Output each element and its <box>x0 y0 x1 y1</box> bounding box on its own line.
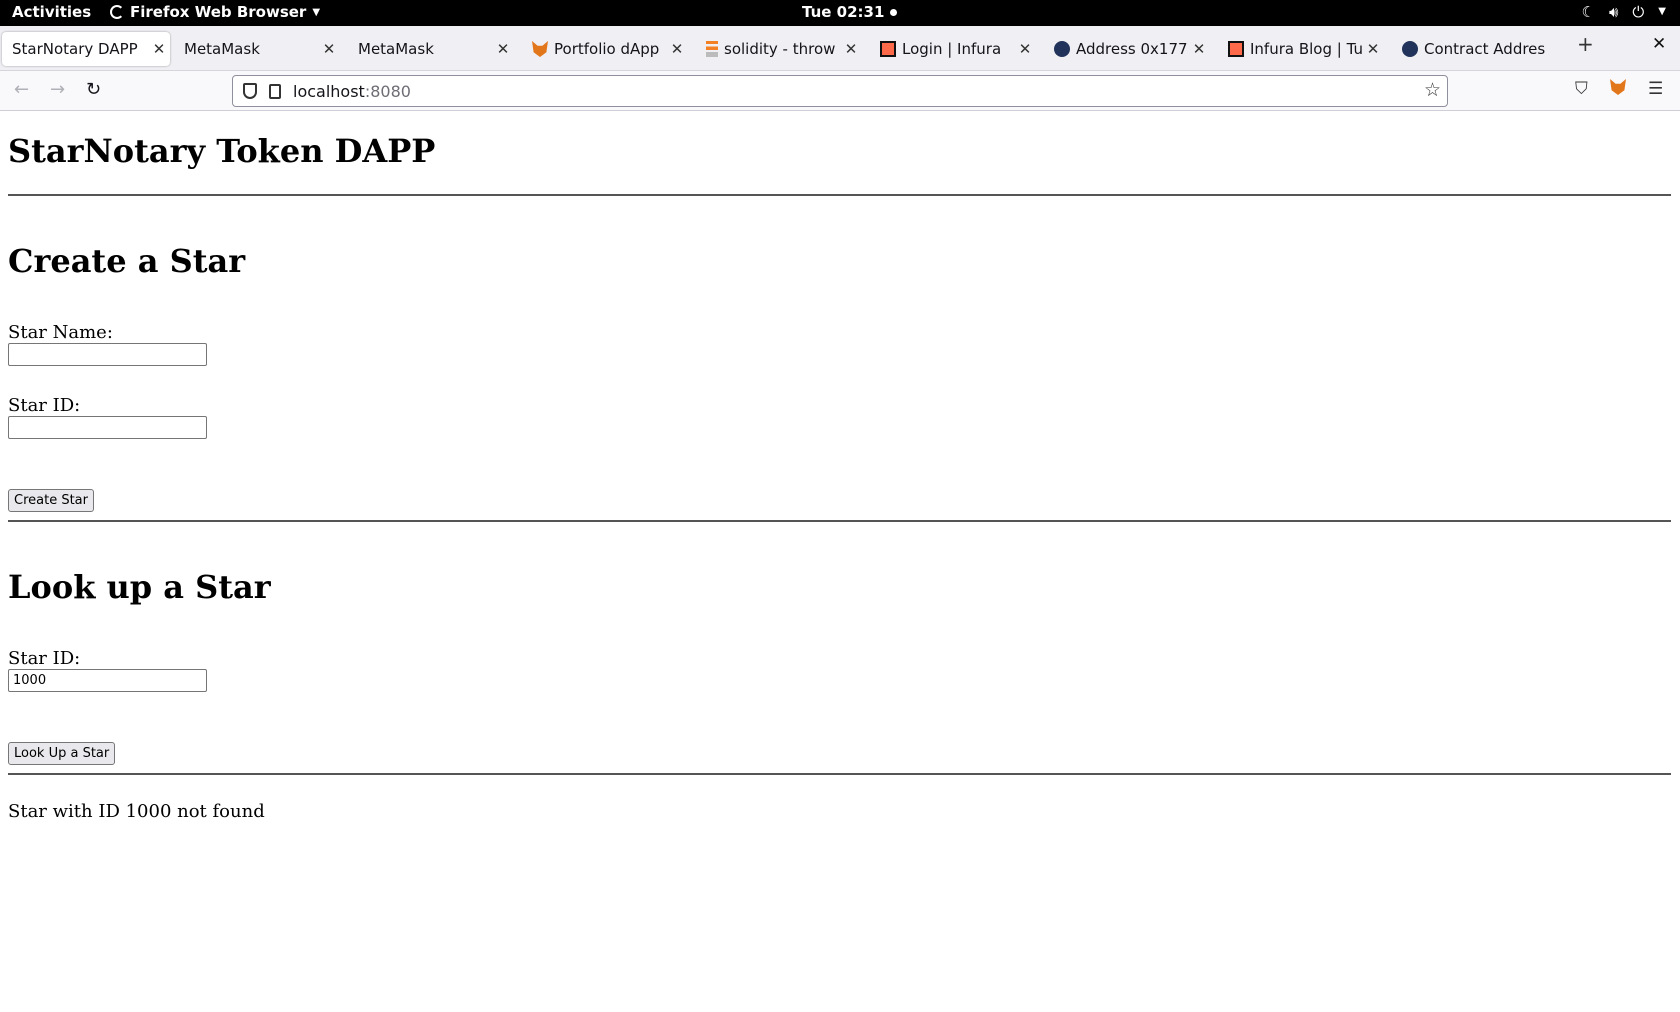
divider <box>8 773 1671 775</box>
tab-metamask-2[interactable]: MetaMask ✕ <box>348 32 514 66</box>
lookup-star-id-input[interactable] <box>8 669 207 692</box>
tab-title: Login | Infura <box>902 40 1002 58</box>
tab-title: MetaMask <box>184 40 260 58</box>
notification-dot-icon <box>890 8 898 16</box>
tracking-protection-icon[interactable] <box>243 83 257 99</box>
metamask-fox-icon <box>532 41 548 57</box>
star-name-input[interactable] <box>8 343 207 366</box>
etherscan-icon <box>1402 41 1418 57</box>
clock-text: Tue 02:31 <box>802 3 885 21</box>
tab-title: solidity - throw <box>724 40 836 58</box>
tab-solidity[interactable]: solidity - throw ✕ <box>696 32 862 66</box>
lookup-star-id-label: Star ID: <box>8 648 81 669</box>
lookup-star-heading: Look up a Star <box>8 568 271 606</box>
tab-strip: StarNotary DAPP ✕ MetaMask ✕ MetaMask ✕ … <box>0 26 1680 71</box>
hamburger-menu-icon[interactable]: ☰ <box>1648 79 1663 99</box>
tab-title: StarNotary DAPP <box>12 40 138 58</box>
tab-title: Address 0x1775 <box>1076 40 1188 58</box>
infura-icon <box>1228 41 1244 57</box>
navigation-toolbar: ← → ↻ localhost:8080 ☆ ⛉ ☰ <box>0 71 1680 111</box>
app-name: Firefox Web Browser <box>130 3 307 21</box>
stackoverflow-icon <box>706 41 718 57</box>
caret-down-icon: ▼ <box>312 6 321 18</box>
close-tab-icon[interactable]: ✕ <box>318 40 340 58</box>
tab-title: Contract Addres <box>1424 40 1546 58</box>
url-text: localhost:8080 <box>293 82 411 101</box>
close-tab-icon[interactable]: ✕ <box>1014 40 1036 58</box>
create-star-button[interactable]: Create Star <box>8 489 94 512</box>
tab-infura-blog[interactable]: Infura Blog | Tut ✕ <box>1218 32 1384 66</box>
night-light-icon: ☾ <box>1581 3 1595 21</box>
new-tab-button[interactable]: + <box>1577 32 1594 56</box>
power-icon: ⏻ <box>1632 3 1645 21</box>
tab-title: MetaMask <box>358 40 434 58</box>
forward-button[interactable]: → <box>50 79 65 100</box>
tab-contract-address[interactable]: Contract Addres <box>1392 32 1554 66</box>
activities-button[interactable]: Activities <box>12 3 91 21</box>
tab-starnotary[interactable]: StarNotary DAPP ✕ <box>2 32 170 66</box>
divider <box>8 194 1671 196</box>
tab-title: Portfolio dApp <box>554 40 660 58</box>
page-title: StarNotary Token DAPP <box>8 132 436 170</box>
metamask-fox-icon <box>1610 79 1626 95</box>
etherscan-icon <box>1054 41 1070 57</box>
close-tab-icon[interactable]: ✕ <box>148 40 170 58</box>
tab-portfolio-dapp[interactable]: Portfolio dApp ✕ <box>522 32 688 66</box>
reload-button[interactable]: ↻ <box>86 79 101 100</box>
close-tab-icon[interactable]: ✕ <box>492 40 514 58</box>
star-name-label: Star Name: <box>8 322 113 343</box>
back-button[interactable]: ← <box>14 79 29 100</box>
lookup-star-button[interactable]: Look Up a Star <box>8 742 116 765</box>
star-id-label: Star ID: <box>8 395 81 416</box>
create-star-heading: Create a Star <box>8 242 246 280</box>
firefox-icon <box>110 5 124 19</box>
tab-address[interactable]: Address 0x1775 ✕ <box>1044 32 1210 66</box>
tab-title: Infura Blog | Tut <box>1250 40 1362 58</box>
page-info-icon[interactable] <box>269 83 281 99</box>
close-tab-icon[interactable]: ✕ <box>666 40 688 58</box>
system-tray[interactable]: ☾ 🔊︎ ⏻ ▼ <box>1582 3 1666 21</box>
caret-down-icon: ▼ <box>1658 6 1666 17</box>
url-bar[interactable]: localhost:8080 ☆ <box>232 75 1448 107</box>
create-star-id-input[interactable] <box>8 416 207 439</box>
volume-icon: 🔊︎ <box>1608 3 1619 21</box>
system-top-bar: Activities Firefox Web Browser ▼ Tue 02:… <box>0 0 1680 26</box>
tab-metamask-1[interactable]: MetaMask ✕ <box>174 32 340 66</box>
app-menu[interactable]: Firefox Web Browser ▼ <box>110 3 320 21</box>
divider <box>8 520 1671 522</box>
tab-infura-login[interactable]: Login | Infura ✕ <box>870 32 1036 66</box>
url-host: localhost <box>293 81 365 101</box>
clock[interactable]: Tue 02:31 <box>802 3 898 21</box>
pocket-icon[interactable]: ⛉ <box>1575 79 1588 99</box>
infura-icon <box>880 41 896 57</box>
close-tab-icon[interactable]: ✕ <box>1188 40 1210 58</box>
url-port: :8080 <box>364 81 411 101</box>
close-tab-icon[interactable]: ✕ <box>840 40 862 58</box>
metamask-extension-button[interactable] <box>1610 79 1626 100</box>
bookmark-star-icon[interactable]: ☆ <box>1424 79 1441 101</box>
lookup-result-text: Star with ID 1000 not found <box>8 801 265 822</box>
close-window-button[interactable]: ✕ <box>1652 34 1666 54</box>
close-tab-icon[interactable]: ✕ <box>1362 40 1384 58</box>
